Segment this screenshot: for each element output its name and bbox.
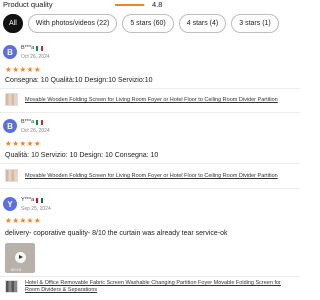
product-link[interactable]: Hotel & Office Removable Fabric Screen W… bbox=[25, 280, 295, 294]
divider bbox=[0, 163, 300, 164]
product-thumbnail[interactable] bbox=[5, 93, 18, 106]
reviewer-row: B***a bbox=[21, 45, 44, 51]
review-video-thumbnail[interactable]: 00:10 bbox=[5, 243, 35, 273]
reviewer-name: B***a bbox=[21, 45, 35, 51]
flag-icon bbox=[36, 119, 44, 125]
filter-3-stars-chip[interactable]: 3 stars (1) bbox=[231, 14, 279, 33]
review-date: Sep 25, 2024 bbox=[21, 206, 51, 212]
product-quality-row: Product quality 4.8 bbox=[0, 0, 300, 12]
product-link[interactable]: Movable Wooden Folding Screen for Living… bbox=[25, 173, 278, 179]
product-quality-bar bbox=[115, 4, 145, 6]
divider bbox=[0, 188, 300, 189]
star-rating: ★★★★★ bbox=[5, 139, 42, 148]
product-thumbnail[interactable] bbox=[5, 169, 18, 182]
review-text: Consegna: 10 Qualità:10 Design:10 Serviz… bbox=[5, 77, 153, 84]
product-quality-bar-fill bbox=[115, 4, 144, 6]
flag-icon bbox=[36, 45, 44, 51]
product-quality-label: Product quality bbox=[3, 0, 53, 9]
play-icon bbox=[15, 252, 26, 263]
filter-4-stars-chip[interactable]: 4 stars (4) bbox=[178, 14, 227, 33]
reviewer-row: Y***a bbox=[21, 197, 44, 203]
flag-icon bbox=[36, 197, 44, 203]
reviewer-name: B***a bbox=[21, 119, 35, 125]
reviewer-row: B***a bbox=[21, 119, 44, 125]
review-item: B B***a Oct 26, 2024 ★★★★★ Qualità: 10 S… bbox=[0, 118, 300, 196]
product-quality-value: 4.8 bbox=[152, 0, 163, 9]
product-thumbnail[interactable] bbox=[5, 280, 18, 293]
divider bbox=[0, 112, 300, 113]
review-date: Oct 26, 2024 bbox=[21, 128, 50, 134]
star-rating: ★★★★★ bbox=[5, 65, 42, 74]
avatar: Y bbox=[3, 197, 17, 211]
product-link[interactable]: Movable Wooden Folding Screen for Living… bbox=[25, 97, 278, 103]
avatar: B bbox=[3, 45, 17, 59]
reviewer-name: Y***a bbox=[21, 197, 35, 203]
review-date: Oct 26, 2024 bbox=[21, 54, 50, 60]
review-filters: All With photos/videos (22) 5 stars (60)… bbox=[3, 14, 279, 33]
review-item: Y Y***a Sep 25, 2024 ★★★★★ delivery- cop… bbox=[0, 196, 300, 300]
divider bbox=[0, 88, 300, 89]
review-text: Qualità: 10 Servizio: 10 Design: 10 Cons… bbox=[5, 152, 159, 159]
avatar: B bbox=[3, 119, 17, 133]
filter-with-photos-chip[interactable]: With photos/videos (22) bbox=[27, 14, 118, 33]
review-item: B B***a Oct 26, 2024 ★★★★★ Consegna: 10 … bbox=[0, 44, 300, 126]
filter-all-chip[interactable]: All bbox=[3, 14, 23, 33]
filter-5-stars-chip[interactable]: 5 stars (60) bbox=[122, 14, 174, 33]
video-duration: 00:10 bbox=[11, 267, 22, 272]
review-text: delivery- coporative quality- 8/10 the c… bbox=[5, 230, 228, 237]
star-rating: ★★★★★ bbox=[5, 216, 42, 225]
divider bbox=[0, 276, 300, 277]
